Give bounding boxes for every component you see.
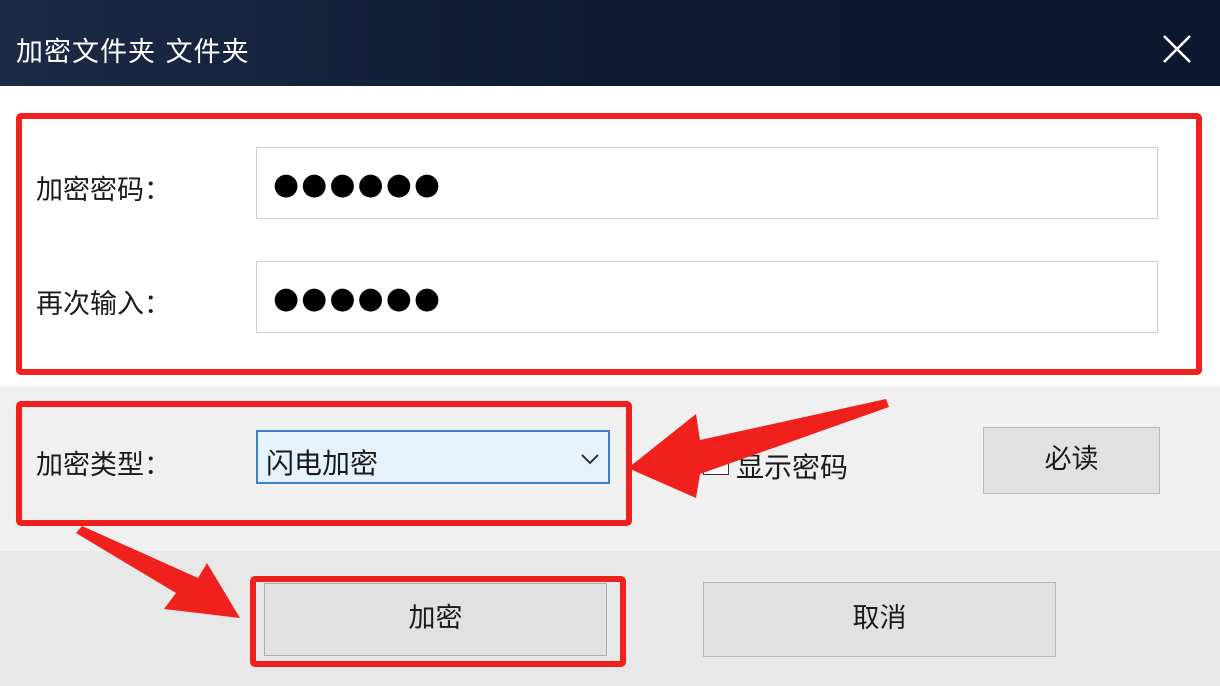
read-me-button[interactable]: 必读 [983, 427, 1160, 494]
password-input[interactable] [271, 148, 1135, 220]
password-section [0, 86, 1220, 386]
confirm-password-input[interactable] [271, 262, 1135, 334]
cancel-button[interactable]: 取消 [703, 582, 1056, 657]
title-bar: 加密文件夹 文件夹 [0, 0, 1220, 86]
password-field[interactable] [256, 147, 1158, 220]
window-title: 加密文件夹 文件夹 [16, 37, 250, 68]
chevron-down-icon [580, 451, 600, 465]
show-password-label[interactable]: 显示密码 [736, 446, 848, 486]
encryption-type-label: 加密类型： [36, 450, 171, 481]
encrypt-button[interactable]: 加密 [264, 583, 607, 656]
confirm-password-field[interactable] [256, 261, 1158, 334]
show-password-checkbox[interactable] [703, 449, 729, 475]
close-icon[interactable] [1152, 26, 1200, 74]
encryption-type-select[interactable]: 闪电加密 [256, 430, 610, 484]
confirm-password-label: 再次输入： [36, 289, 171, 320]
encryption-type-value: 闪电加密 [266, 447, 379, 480]
password-label: 加密密码： [36, 175, 171, 206]
